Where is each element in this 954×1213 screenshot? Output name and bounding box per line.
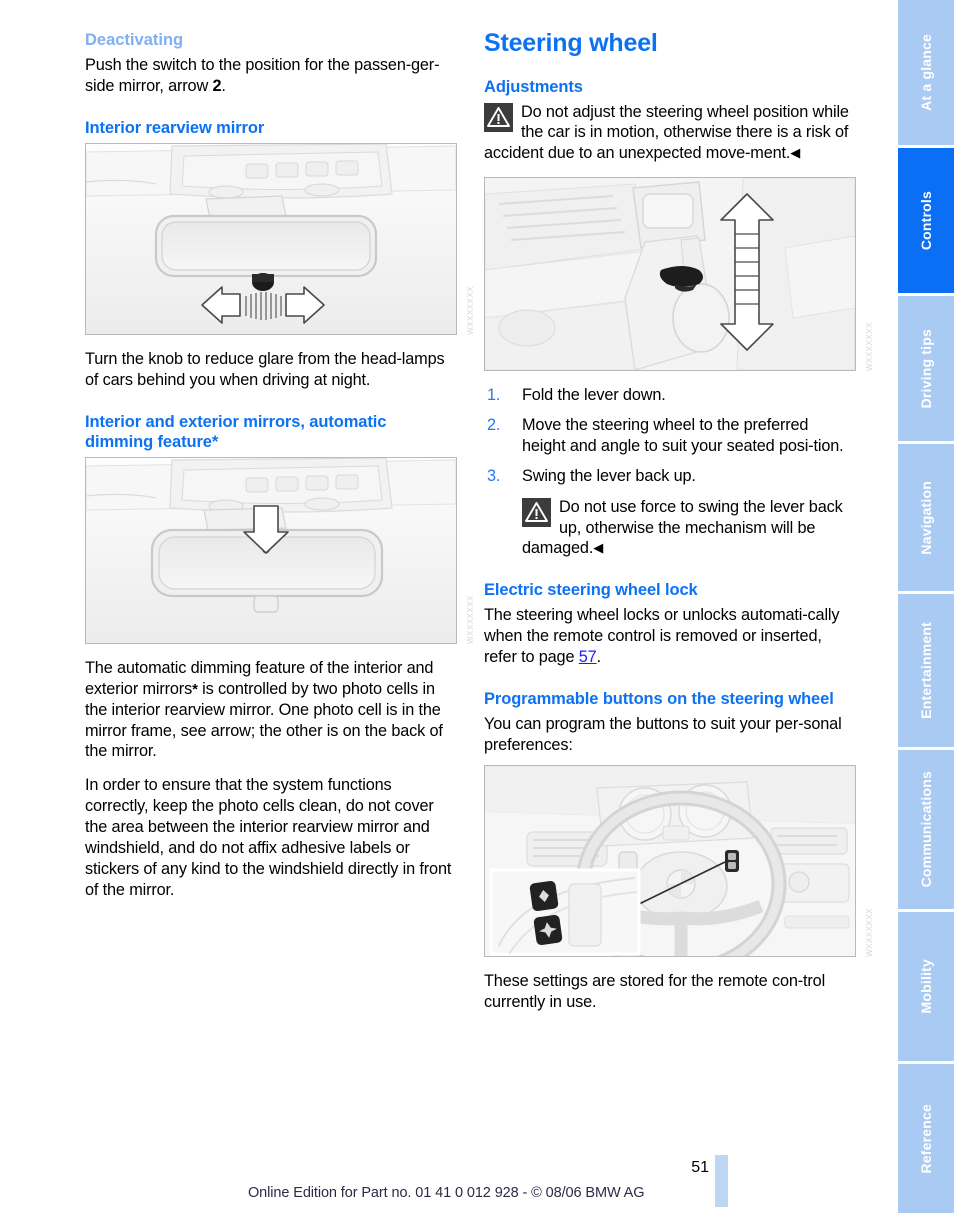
subheading-deactivating: Deactivating xyxy=(85,31,184,49)
step-item: Swing the lever back up. xyxy=(487,466,696,487)
chapter-tab-sidebar: At a glance Controls Driving tips Naviga… xyxy=(898,0,954,1213)
heading-adjustments: Adjustments xyxy=(484,77,583,96)
warning-triangle-icon xyxy=(522,497,551,527)
deactivating-text-1: Push the switch to the position for the … xyxy=(85,56,440,95)
electric-lock-text-a: The steering wheel locks or unlocks auto… xyxy=(484,606,840,667)
sidebar-tab-label: Reference xyxy=(918,1103,934,1174)
warning-lever-force: Do not use force to swing the lever back… xyxy=(522,497,856,560)
figure-automatic-dimming-mirror: WXXXXXXX xyxy=(85,456,475,644)
sidebar-tab-label: Driving tips xyxy=(918,328,934,409)
footer-accent-bar xyxy=(715,1155,728,1207)
sidebar-tab-label: Navigation xyxy=(918,480,934,555)
electric-lock-text-b: . xyxy=(596,648,602,667)
figure-interior-rearview-mirror: WXXXXXXX xyxy=(85,142,475,335)
right-column: Steering wheel Adjustments Do not adjust… xyxy=(484,29,874,1025)
paragraph-deactivating: Push the switch to the position for the … xyxy=(85,55,457,97)
figure-4-code: WXXXXXXX xyxy=(865,907,874,957)
heading-programmable-buttons: Programmable buttons on the steering whe… xyxy=(484,689,834,708)
figure-steering-wheel-buttons: WXXXXXXX xyxy=(484,764,874,957)
paragraph-dimming-care: In order to ensure that the system funct… xyxy=(85,776,452,899)
sidebar-tab-label: Controls xyxy=(918,190,934,251)
warning-triangle-icon xyxy=(484,102,513,132)
rearview-mirror-illustration xyxy=(85,142,457,335)
figure-3-code: WXXXXXXX xyxy=(865,322,874,372)
sidebar-tab-controls[interactable]: Controls xyxy=(898,148,954,296)
figure-1-code: WXXXXXXX xyxy=(466,286,475,335)
steering-wheel-illustration xyxy=(484,764,856,957)
sidebar-tab-communications[interactable]: Communications xyxy=(898,750,954,912)
warning-1-endmark: ◀ xyxy=(790,145,801,161)
paragraph-electric-lock: The steering wheel locks or unlocks auto… xyxy=(484,605,856,668)
step-item: Move the steering wheel to the preferred… xyxy=(487,415,844,455)
sidebar-tab-label: Communications xyxy=(918,771,934,888)
dimming-mirror-illustration xyxy=(85,456,457,644)
figure-2-code: WXXXXXXX xyxy=(466,595,475,644)
deactivating-text-2: . xyxy=(221,76,226,95)
paragraph-dimming-explanation: The automatic dimming feature of the int… xyxy=(85,658,457,762)
page-title: Steering wheel xyxy=(484,29,658,57)
paragraph-rearview-knob: Turn the knob to reduce glare from the h… xyxy=(85,349,445,389)
sidebar-tab-navigation[interactable]: Navigation xyxy=(898,444,954,594)
sidebar-tab-label: Entertainment xyxy=(918,622,934,719)
step-item: Fold the lever down. xyxy=(487,385,666,406)
left-column: Deactivating Push the switch to the posi… xyxy=(85,30,475,913)
paragraph-programmable-intro: You can program the buttons to suit your… xyxy=(484,715,842,754)
footer-edition-note: Online Edition for Part no. 01 41 0 012 … xyxy=(248,1185,645,1201)
warning-2-endmark: ◀ xyxy=(593,540,604,556)
manual-page: Deactivating Push the switch to the posi… xyxy=(0,0,954,1213)
steering-adjustment-steps: Fold the lever down. Move the steering w… xyxy=(484,385,856,486)
sidebar-tab-mobility[interactable]: Mobility xyxy=(898,912,954,1064)
paragraph-programmable-outro: These settings are stored for the remote… xyxy=(484,971,826,1011)
heading-electric-steering-wheel-lock: Electric steering wheel lock xyxy=(484,581,698,600)
sidebar-tab-driving-tips[interactable]: Driving tips xyxy=(898,296,954,444)
warning-steering-adjust: Do not adjust the steering wheel positio… xyxy=(484,102,856,165)
heading-automatic-dimming: Interior and exterior mirrors, automatic… xyxy=(85,412,387,451)
deactivating-arrow-number: 2 xyxy=(212,76,222,95)
sidebar-tab-label: Mobility xyxy=(918,959,934,1014)
figure-steering-column: WXXXXXXX xyxy=(484,177,874,372)
page-number: 51 xyxy=(691,1159,709,1176)
page-cross-reference-link[interactable]: 57 xyxy=(579,648,597,666)
steering-column-lever-illustration xyxy=(484,177,856,372)
heading-interior-rearview-mirror: Interior rearview mirror xyxy=(85,118,265,137)
sidebar-tab-at-a-glance[interactable]: At a glance xyxy=(898,0,954,148)
sidebar-tab-label: At a glance xyxy=(918,34,934,111)
warning-2-text: Do not use force to swing the lever back… xyxy=(522,497,843,558)
sidebar-tab-reference[interactable]: Reference xyxy=(898,1064,954,1213)
sidebar-tab-entertainment[interactable]: Entertainment xyxy=(898,594,954,750)
